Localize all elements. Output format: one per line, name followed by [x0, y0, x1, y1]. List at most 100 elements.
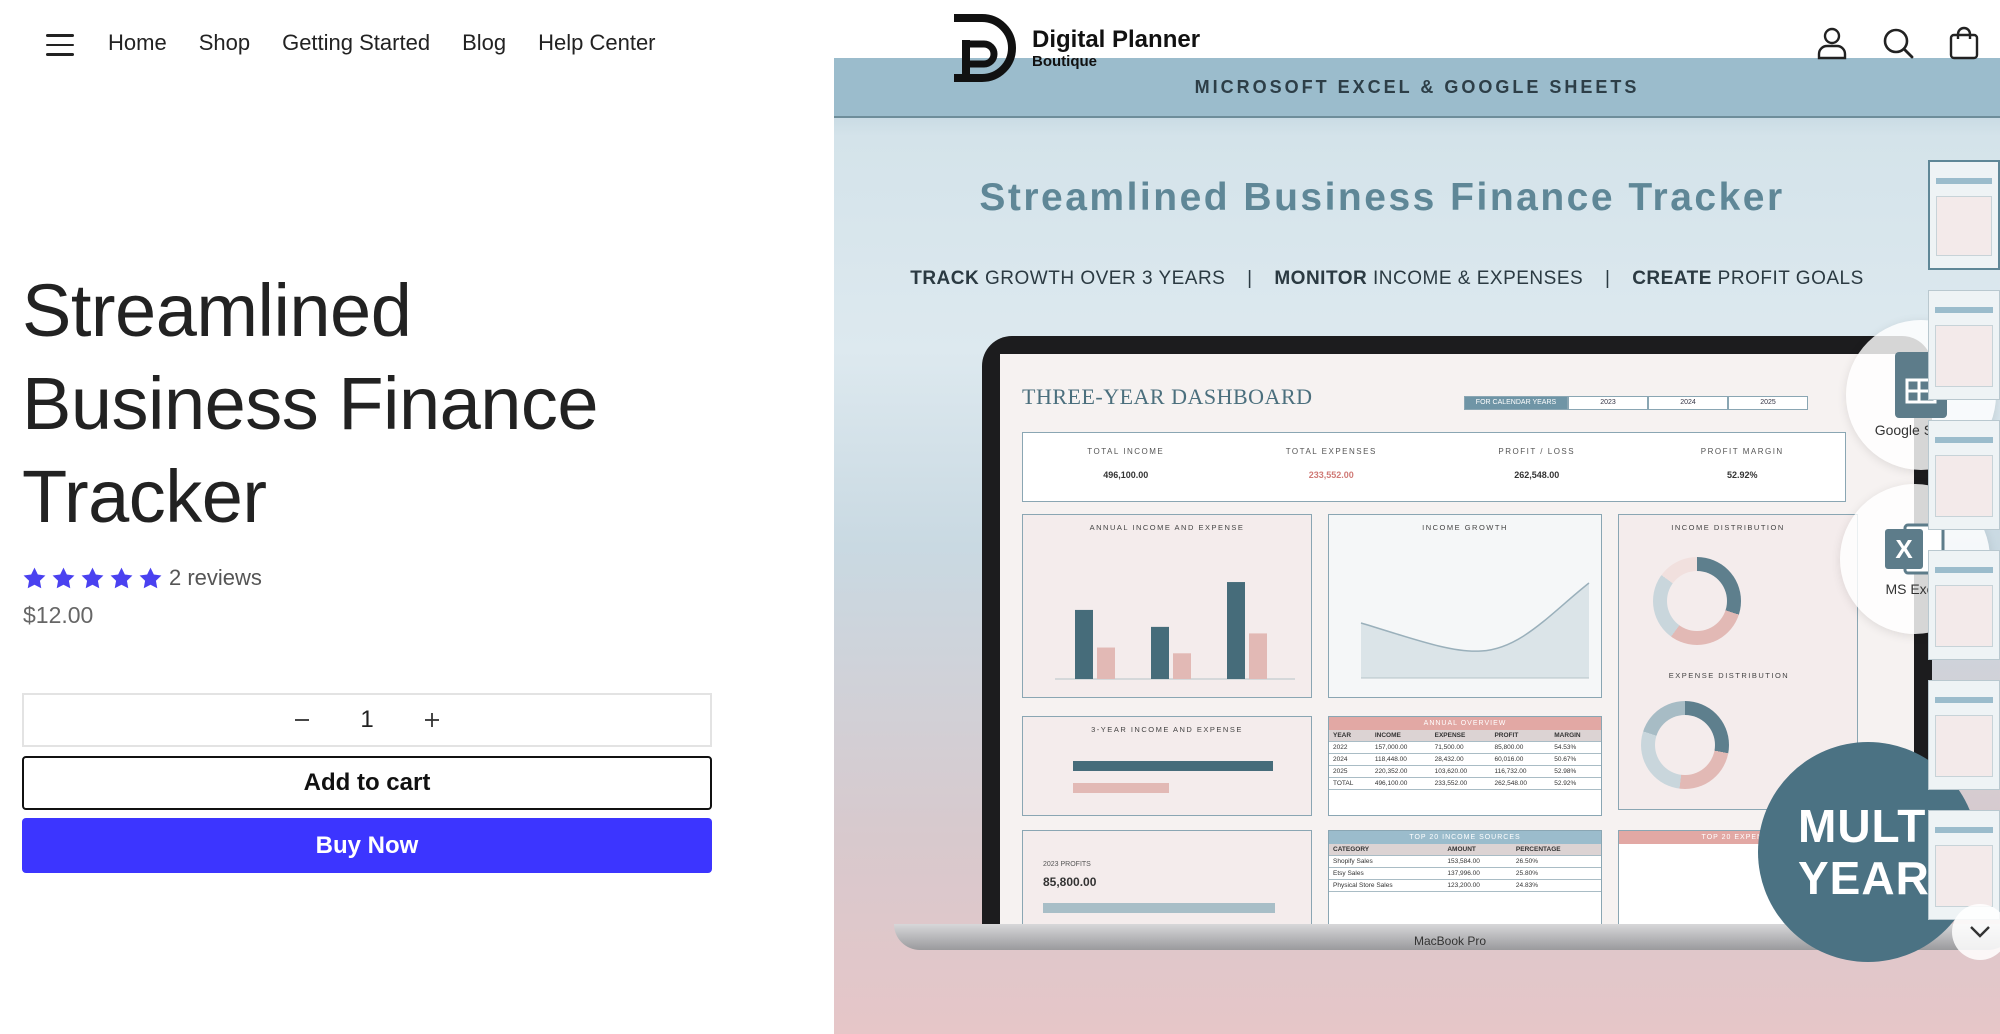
table-header-cell: CATEGORY	[1329, 844, 1444, 856]
plus-icon	[425, 713, 439, 727]
feature-3-text: PROFIT GOALS	[1711, 268, 1864, 289]
decrease-quantity-button[interactable]	[277, 695, 327, 745]
logo-mark-icon	[954, 14, 1016, 82]
nav-link-shop[interactable]: Shop	[199, 30, 250, 56]
dashboard-years: FOR CALENDAR YEARS 2023 2024 2025	[1464, 396, 1808, 410]
star-icon	[23, 567, 46, 588]
table-cell: 52.92%	[1550, 777, 1601, 790]
table-row: Physical Store Sales 123,200.00 24.83%	[1329, 879, 1601, 892]
minus-icon	[295, 719, 309, 721]
feature-separator: |	[1247, 268, 1253, 289]
three-year-panel: 3-YEAR INCOME AND EXPENSE	[1022, 716, 1312, 816]
logo-title: Digital Planner	[1032, 25, 1201, 53]
kpi-label: TOTAL EXPENSES	[1285, 447, 1377, 456]
table-row: Shopify Sales 153,584.00 26.50%	[1329, 855, 1601, 868]
feature-1-text: GROWTH OVER 3 YEARS	[979, 268, 1226, 289]
profits-panel: 2023 PROFITS 85,800.00	[1022, 830, 1312, 924]
nav-link-getting-started[interactable]: Getting Started	[282, 30, 430, 56]
table-cell: 118,448.00	[1370, 753, 1431, 766]
svg-text:X: X	[1895, 534, 1913, 564]
thumbnail-5[interactable]	[1928, 680, 2000, 790]
product-rating[interactable]: 2 reviews	[22, 565, 262, 591]
hero-features: TRACK GROWTH OVER 3 YEARS | MONITOR INCO…	[834, 268, 2000, 290]
dashboard-title: THREE-YEAR DASHBOARD	[1022, 384, 1313, 409]
feature-1-bold: TRACK	[910, 268, 980, 289]
thumbnail-1[interactable]	[1928, 160, 2000, 270]
table-row: 2025 220,352.00 103,620.00 116,732.00 52.98%	[1329, 765, 1601, 778]
annual-bar-chart	[1055, 582, 1295, 680]
table-cell: 50.67%	[1550, 753, 1601, 766]
feature-separator: |	[1604, 268, 1611, 289]
table-cell: 52.98%	[1550, 765, 1601, 778]
kpi-total-income: TOTAL INCOME 496,100.00	[1023, 433, 1229, 501]
feature-2-text: INCOME & EXPENSES	[1367, 268, 1584, 289]
menu-icon[interactable]	[46, 34, 74, 56]
income-bar	[1075, 609, 1093, 679]
kpi-value: 52.92%	[1726, 470, 1758, 480]
buy-now-button[interactable]: Buy Now	[22, 818, 712, 873]
table-cell: 25.80%	[1511, 867, 1601, 880]
thumbnail-6[interactable]	[1928, 810, 2000, 920]
thumbnail-strip	[1928, 160, 2000, 1020]
quantity-input[interactable]: 1	[327, 706, 407, 734]
search-icon[interactable]	[1882, 26, 1914, 60]
hero-title: Streamlined Business Finance Tracker	[979, 176, 1785, 219]
product-image-gallery[interactable]: MICROSOFT EXCEL & GOOGLE SHEETS Streamli…	[834, 58, 2000, 1034]
site-logo[interactable]: Digital Planner Boutique	[948, 14, 1200, 82]
table-cell: 71,500.00	[1430, 741, 1491, 754]
kpi-label: TOTAL INCOME	[1087, 447, 1165, 456]
table-header-cell: EXPENSE	[1430, 730, 1491, 742]
expense-bar	[1173, 653, 1191, 679]
table-cell: 153,584.00	[1443, 855, 1512, 868]
main-nav: Home Shop Getting Started Blog Help Cent…	[108, 30, 688, 56]
year-cell: 2025	[1728, 396, 1808, 410]
table-cell: Shopify Sales	[1329, 855, 1444, 868]
cart-icon[interactable]	[1948, 26, 1980, 60]
expense-bar	[1097, 647, 1115, 679]
star-icon	[139, 567, 162, 588]
kpi-profit-loss: PROFIT / LOSS 262,548.00	[1434, 433, 1640, 501]
years-label: FOR CALENDAR YEARS	[1464, 396, 1568, 410]
kpi-value: 262,548.00	[1514, 470, 1560, 480]
profit-progress-bar	[1043, 903, 1275, 913]
account-icon[interactable]	[1816, 26, 1848, 60]
year-cell: 2023	[1568, 396, 1648, 410]
thumbnail-2[interactable]	[1928, 290, 2000, 400]
table-cell: TOTAL	[1329, 777, 1371, 790]
table-cell: 85,800.00	[1490, 741, 1551, 754]
table-cell: 103,620.00	[1430, 765, 1491, 778]
quantity-stepper: 1	[22, 693, 712, 747]
table-cell: 157,000.00	[1370, 741, 1431, 754]
table-header-cell: PROFIT	[1490, 730, 1551, 742]
table-cell: 24.83%	[1511, 879, 1601, 892]
nav-link-help-center[interactable]: Help Center	[538, 30, 655, 56]
thumbnail-scroll-down-button[interactable]	[1952, 904, 2000, 960]
thumbnail-4[interactable]	[1928, 550, 2000, 660]
chevron-down-icon	[1970, 926, 1990, 938]
increase-quantity-button[interactable]	[407, 695, 457, 745]
table-row: Etsy Sales 137,996.00 25.80%	[1329, 867, 1601, 880]
annual-income-panel: ANNUAL INCOME AND EXPENSE	[1022, 514, 1312, 698]
add-to-cart-button[interactable]: Add to cart	[22, 756, 712, 810]
annual-overview-panel: ANNUAL OVERVIEW YEAR INCOME EXPENSE PROFIT M…	[1328, 716, 1602, 816]
table-row: 2022 157,000.00 71,500.00 85,800.00 54.53%	[1329, 741, 1601, 754]
thumbnail-3[interactable]	[1928, 420, 2000, 530]
income-bar	[1227, 582, 1245, 679]
feature-3-bold: CREATE	[1632, 268, 1712, 289]
annual-overview-table: YEAR INCOME EXPENSE PROFIT MARGIN 2022 157,00…	[1329, 730, 1601, 790]
nav-link-home[interactable]: Home	[108, 30, 167, 56]
table-cell: 116,732.00	[1490, 765, 1551, 778]
donut-hole	[1667, 571, 1727, 631]
product-price: $12.00	[23, 602, 94, 628]
table-cell: 123,200.00	[1443, 879, 1512, 892]
donut-hole	[1655, 715, 1715, 775]
top-income-table: CATEGORY AMOUNT PERCENTAGE Shopify Sales 15…	[1329, 844, 1601, 892]
table-cell: 220,352.00	[1370, 765, 1431, 778]
nav-link-blog[interactable]: Blog	[462, 30, 506, 56]
table-header-cell: MARGIN	[1550, 730, 1601, 742]
reviews-link[interactable]: 2 reviews	[169, 565, 262, 591]
year-cell: 2024	[1648, 396, 1728, 410]
table-cell: 496,100.00	[1370, 777, 1431, 790]
profits-value: 85,800.00	[1043, 875, 1097, 889]
table-row: 2024 118,448.00 28,432.00 60,016.00 50.67%	[1329, 753, 1601, 766]
